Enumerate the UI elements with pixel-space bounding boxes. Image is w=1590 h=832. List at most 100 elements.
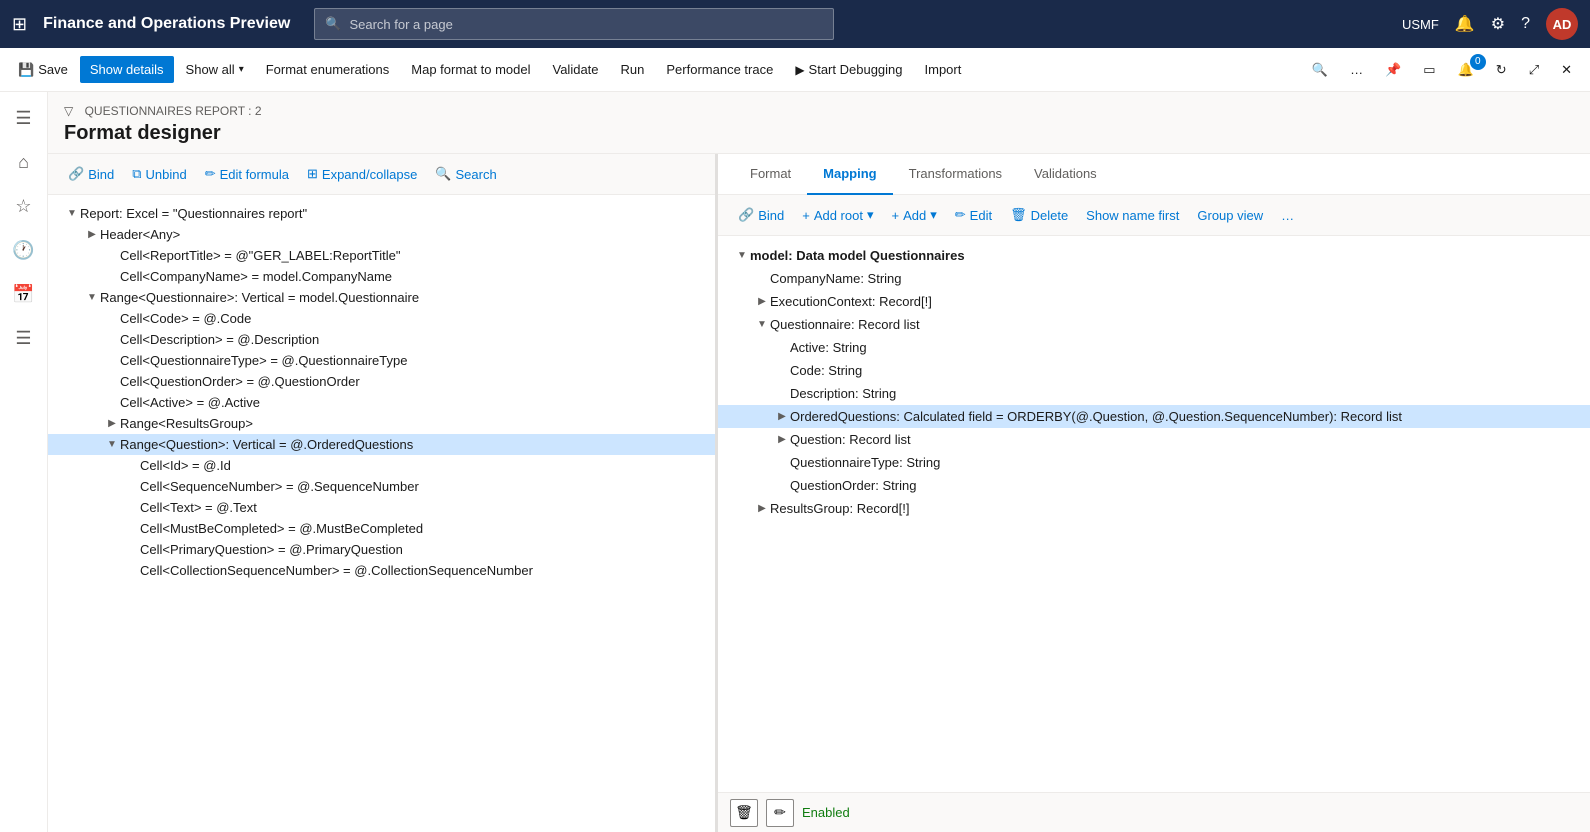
- tree-toggle-icon[interactable]: ▼: [64, 208, 80, 219]
- sidebar-star-icon[interactable]: ☆: [6, 188, 42, 224]
- edit-formula-button[interactable]: ✏ Edit formula: [197, 162, 297, 186]
- start-debugging-button[interactable]: ▶ Start Debugging: [785, 56, 912, 83]
- tree-item[interactable]: Cell<ReportTitle> = @"GER_LABEL:ReportTi…: [48, 245, 715, 266]
- performance-trace-button[interactable]: Performance trace: [656, 56, 783, 83]
- model-item[interactable]: ▶OrderedQuestions: Calculated field = OR…: [718, 405, 1590, 428]
- model-toggle-icon[interactable]: ▶: [754, 296, 770, 307]
- page-header: ▽ QUESTIONNAIRES REPORT : 2 Format desig…: [48, 92, 1590, 154]
- save-button[interactable]: 💾 Save: [8, 56, 78, 84]
- help-icon[interactable]: ?: [1521, 15, 1530, 33]
- tree-item[interactable]: Cell<Code> = @.Code: [48, 308, 715, 329]
- model-label: ExecutionContext: Record[!]: [770, 294, 932, 309]
- model-item[interactable]: Description: String: [718, 382, 1590, 405]
- side-button[interactable]: ▭: [1413, 56, 1445, 84]
- expand-icon: ⊞: [307, 166, 318, 182]
- model-item[interactable]: Code: String: [718, 359, 1590, 382]
- bind-button[interactable]: 🔗 Bind: [60, 162, 122, 186]
- tab-validations[interactable]: Validations: [1018, 154, 1113, 195]
- validate-button[interactable]: Validate: [543, 56, 609, 83]
- more-options-button[interactable]: …: [1273, 204, 1302, 227]
- model-bind-button[interactable]: 🔗 Bind: [730, 203, 792, 227]
- more-button[interactable]: …: [1340, 56, 1373, 83]
- tree-item[interactable]: ▶Range<ResultsGroup>: [48, 413, 715, 434]
- tree-item[interactable]: Cell<Active> = @.Active: [48, 392, 715, 413]
- import-button[interactable]: Import: [915, 56, 972, 83]
- tree-label: Cell<SequenceNumber> = @.SequenceNumber: [140, 479, 707, 494]
- model-item[interactable]: ▶ExecutionContext: Record[!]: [718, 290, 1590, 313]
- tree-item[interactable]: Cell<Text> = @.Text: [48, 497, 715, 518]
- model-item[interactable]: CompanyName: String: [718, 267, 1590, 290]
- model-item[interactable]: ▼model: Data model Questionnaires: [718, 244, 1590, 267]
- tree-item[interactable]: Cell<QuestionnaireType> = @.Questionnair…: [48, 350, 715, 371]
- add-root-button[interactable]: + Add root ▾: [794, 203, 881, 227]
- pin-button[interactable]: 📌: [1375, 56, 1411, 84]
- tab-transformations[interactable]: Transformations: [893, 154, 1018, 195]
- tree-item[interactable]: ▼Range<Questionnaire>: Vertical = model.…: [48, 287, 715, 308]
- close-button[interactable]: ✕: [1551, 56, 1582, 84]
- tab-format[interactable]: Format: [734, 154, 807, 195]
- tree-item[interactable]: ▼Report: Excel = "Questionnaires report": [48, 203, 715, 224]
- tree-toggle-icon[interactable]: ▶: [104, 418, 120, 429]
- tree-item[interactable]: Cell<CollectionSequenceNumber> = @.Colle…: [48, 560, 715, 581]
- show-name-first-button[interactable]: Show name first: [1078, 204, 1187, 227]
- bottom-edit-button[interactable]: ✏: [766, 799, 794, 827]
- format-enumerations-button[interactable]: Format enumerations: [256, 56, 400, 83]
- model-item[interactable]: ▼Questionnaire: Record list: [718, 313, 1590, 336]
- refresh-button[interactable]: ↻: [1486, 56, 1517, 84]
- sidebar-home-icon[interactable]: ⌂: [6, 144, 42, 180]
- model-item[interactable]: ▶ResultsGroup: Record[!]: [718, 497, 1590, 520]
- tree-toggle-icon[interactable]: ▶: [84, 229, 100, 240]
- format-tree[interactable]: ▼Report: Excel = "Questionnaires report"…: [48, 195, 715, 832]
- expand-button[interactable]: ⤢: [1519, 56, 1549, 84]
- tab-mapping[interactable]: Mapping: [807, 154, 892, 195]
- model-toggle-icon[interactable]: ▶: [774, 434, 790, 445]
- tree-item[interactable]: Cell<MustBeCompleted> = @.MustBeComplete…: [48, 518, 715, 539]
- bottom-delete-button[interactable]: 🗑: [730, 799, 758, 827]
- expand-collapse-button[interactable]: ⊞ Expand/collapse: [299, 162, 425, 186]
- save-icon: 💾: [18, 62, 34, 78]
- model-tree[interactable]: ▼model: Data model QuestionnairesCompany…: [718, 236, 1590, 792]
- unbind-button[interactable]: ⧉ Unbind: [124, 162, 195, 186]
- tree-item[interactable]: Cell<QuestionOrder> = @.QuestionOrder: [48, 371, 715, 392]
- bell-icon[interactable]: 🔔: [1455, 14, 1475, 34]
- settings-icon[interactable]: ⚙: [1491, 14, 1505, 34]
- tree-item[interactable]: Cell<Id> = @.Id: [48, 455, 715, 476]
- sidebar-menu-icon[interactable]: ☰: [6, 100, 42, 136]
- model-toggle-icon[interactable]: ▼: [734, 250, 750, 261]
- sidebar-list-icon[interactable]: ☰: [6, 320, 42, 356]
- model-item[interactable]: ▶Question: Record list: [718, 428, 1590, 451]
- show-details-button[interactable]: Show details: [80, 56, 174, 83]
- tree-item[interactable]: Cell<PrimaryQuestion> = @.PrimaryQuestio…: [48, 539, 715, 560]
- model-toggle-icon[interactable]: ▶: [754, 503, 770, 514]
- tree-item[interactable]: ▶Header<Any>: [48, 224, 715, 245]
- top-nav: ⊞ Finance and Operations Preview 🔍 Searc…: [0, 0, 1590, 48]
- model-item[interactable]: QuestionnaireType: String: [718, 451, 1590, 474]
- map-format-button[interactable]: Map format to model: [401, 56, 540, 83]
- tree-item[interactable]: ▼Range<Question>: Vertical = @.OrderedQu…: [48, 434, 715, 455]
- avatar[interactable]: AD: [1546, 8, 1578, 40]
- model-toggle-icon[interactable]: ▼: [754, 319, 770, 330]
- group-view-button[interactable]: Group view: [1189, 204, 1271, 227]
- model-item[interactable]: Active: String: [718, 336, 1590, 359]
- tree-item[interactable]: Cell<Description> = @.Description: [48, 329, 715, 350]
- apps-icon[interactable]: ⊞: [12, 14, 27, 35]
- tree-toggle-icon[interactable]: ▼: [84, 292, 100, 303]
- tree-item[interactable]: Cell<CompanyName> = model.CompanyName: [48, 266, 715, 287]
- tree-item[interactable]: Cell<SequenceNumber> = @.SequenceNumber: [48, 476, 715, 497]
- model-item[interactable]: QuestionOrder: String: [718, 474, 1590, 497]
- sidebar-calendar-icon[interactable]: 📅: [6, 276, 42, 312]
- model-edit-button[interactable]: ✏ Edit: [947, 203, 1000, 227]
- show-all-button[interactable]: Show all ▾: [176, 56, 254, 83]
- sidebar-clock-icon[interactable]: 🕐: [6, 232, 42, 268]
- tree-label: Range<Question>: Vertical = @.OrderedQue…: [120, 437, 707, 452]
- tree-toggle-icon[interactable]: ▼: [104, 439, 120, 450]
- model-delete-button[interactable]: 🗑 Delete: [1002, 203, 1076, 227]
- run-button[interactable]: Run: [611, 56, 655, 83]
- search-cmd-button[interactable]: 🔍: [1302, 56, 1338, 84]
- model-add-button[interactable]: + Add ▾: [884, 203, 945, 227]
- nav-right: USMF 🔔 ⚙ ? AD: [1402, 8, 1578, 40]
- model-toggle-icon[interactable]: ▶: [774, 411, 790, 422]
- search-tree-button[interactable]: 🔍 Search: [427, 162, 504, 186]
- global-search[interactable]: 🔍 Search for a page: [314, 8, 834, 40]
- show-all-chevron: ▾: [239, 64, 244, 75]
